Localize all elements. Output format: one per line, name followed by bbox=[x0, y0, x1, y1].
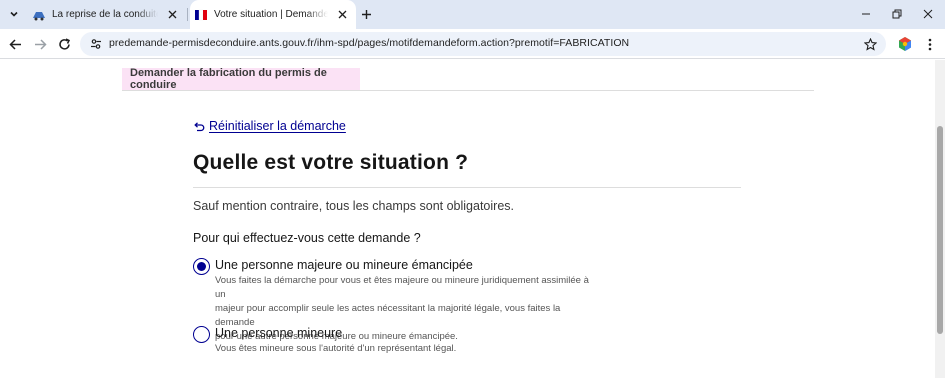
close-window-button[interactable] bbox=[920, 6, 936, 22]
radio-label: Une personne mineure bbox=[215, 326, 343, 340]
close-icon bbox=[923, 9, 933, 19]
reload-icon bbox=[58, 37, 70, 50]
tab-separator bbox=[187, 8, 188, 21]
radio-option-mineure[interactable]: Une personne mineure Vous êtes mineure s… bbox=[193, 326, 595, 356]
tab-strip: La reprise de la conduite autom Votre si… bbox=[0, 0, 945, 29]
address-bar[interactable]: predemande-permisdeconduire.ants.gouv.fr… bbox=[80, 32, 886, 56]
undo-icon bbox=[194, 122, 205, 132]
scrollbar-thumb[interactable] bbox=[937, 126, 943, 334]
tab-close-icon[interactable] bbox=[164, 7, 180, 23]
tab-votre-situation[interactable]: Votre situation | Demander la fa bbox=[190, 0, 356, 29]
page-content: Demander la fabrication du permis de con… bbox=[0, 60, 935, 378]
radio-hint: Vous êtes mineure sous l'autorité d'un r… bbox=[215, 342, 595, 356]
divider bbox=[122, 90, 814, 91]
forward-button[interactable] bbox=[32, 36, 48, 52]
back-button[interactable] bbox=[7, 36, 23, 52]
radio-button[interactable] bbox=[193, 326, 210, 343]
minimize-button[interactable] bbox=[858, 6, 874, 22]
hint-line: Vous faites la démarche pour vous et ête… bbox=[215, 275, 589, 300]
minimize-icon bbox=[862, 13, 870, 15]
browser-menu-button[interactable] bbox=[922, 36, 938, 52]
tab-title: Votre situation | Demander la fa bbox=[214, 9, 328, 20]
radio-dot bbox=[197, 262, 206, 271]
divider bbox=[193, 187, 741, 188]
new-tab-button[interactable] bbox=[358, 6, 374, 22]
arrow-right-icon bbox=[34, 38, 47, 50]
mandatory-fields-note: Sauf mention contraire, tous les champs … bbox=[193, 199, 515, 213]
french-flag-favicon-icon bbox=[195, 9, 207, 20]
tab-title: La reprise de la conduite autom bbox=[52, 9, 158, 20]
browser-toolbar: predemande-permisdeconduire.ants.gouv.fr… bbox=[0, 29, 945, 59]
reload-button[interactable] bbox=[56, 36, 72, 52]
restore-icon bbox=[892, 9, 902, 19]
tab-reprise-conduite[interactable]: La reprise de la conduite autom bbox=[28, 0, 186, 29]
page-scrollbar[interactable] bbox=[935, 60, 945, 378]
site-info-icon[interactable] bbox=[88, 36, 104, 52]
step-title-band: Demander la fabrication du permis de con… bbox=[122, 67, 360, 91]
chevron-down-icon bbox=[10, 11, 18, 17]
url-text: predemande-permisdeconduire.ants.gouv.fr… bbox=[109, 37, 630, 49]
page-title: Quelle est votre situation ? bbox=[193, 151, 469, 174]
form-question: Pour qui effectuez-vous cette demande ? bbox=[193, 231, 421, 245]
radio-button-selected[interactable] bbox=[193, 258, 210, 275]
radio-label: Une personne majeure ou mineure émancipé… bbox=[215, 258, 473, 272]
extension-icon[interactable] bbox=[897, 36, 913, 52]
reset-procedure-link[interactable]: Réinitialiser la démarche bbox=[193, 119, 346, 133]
car-favicon-icon bbox=[33, 11, 45, 20]
tab-close-icon[interactable] bbox=[334, 7, 350, 23]
hint-line: Vous êtes mineure sous l'autorité d'un r… bbox=[215, 343, 457, 354]
bookmark-star-icon[interactable] bbox=[862, 36, 878, 52]
plus-icon bbox=[361, 9, 371, 19]
reset-link-label: Réinitialiser la démarche bbox=[209, 119, 346, 133]
arrow-left-icon bbox=[8, 38, 21, 50]
restore-button[interactable] bbox=[889, 6, 905, 22]
tab-search-button[interactable] bbox=[5, 5, 23, 23]
more-vertical-icon bbox=[928, 38, 932, 50]
